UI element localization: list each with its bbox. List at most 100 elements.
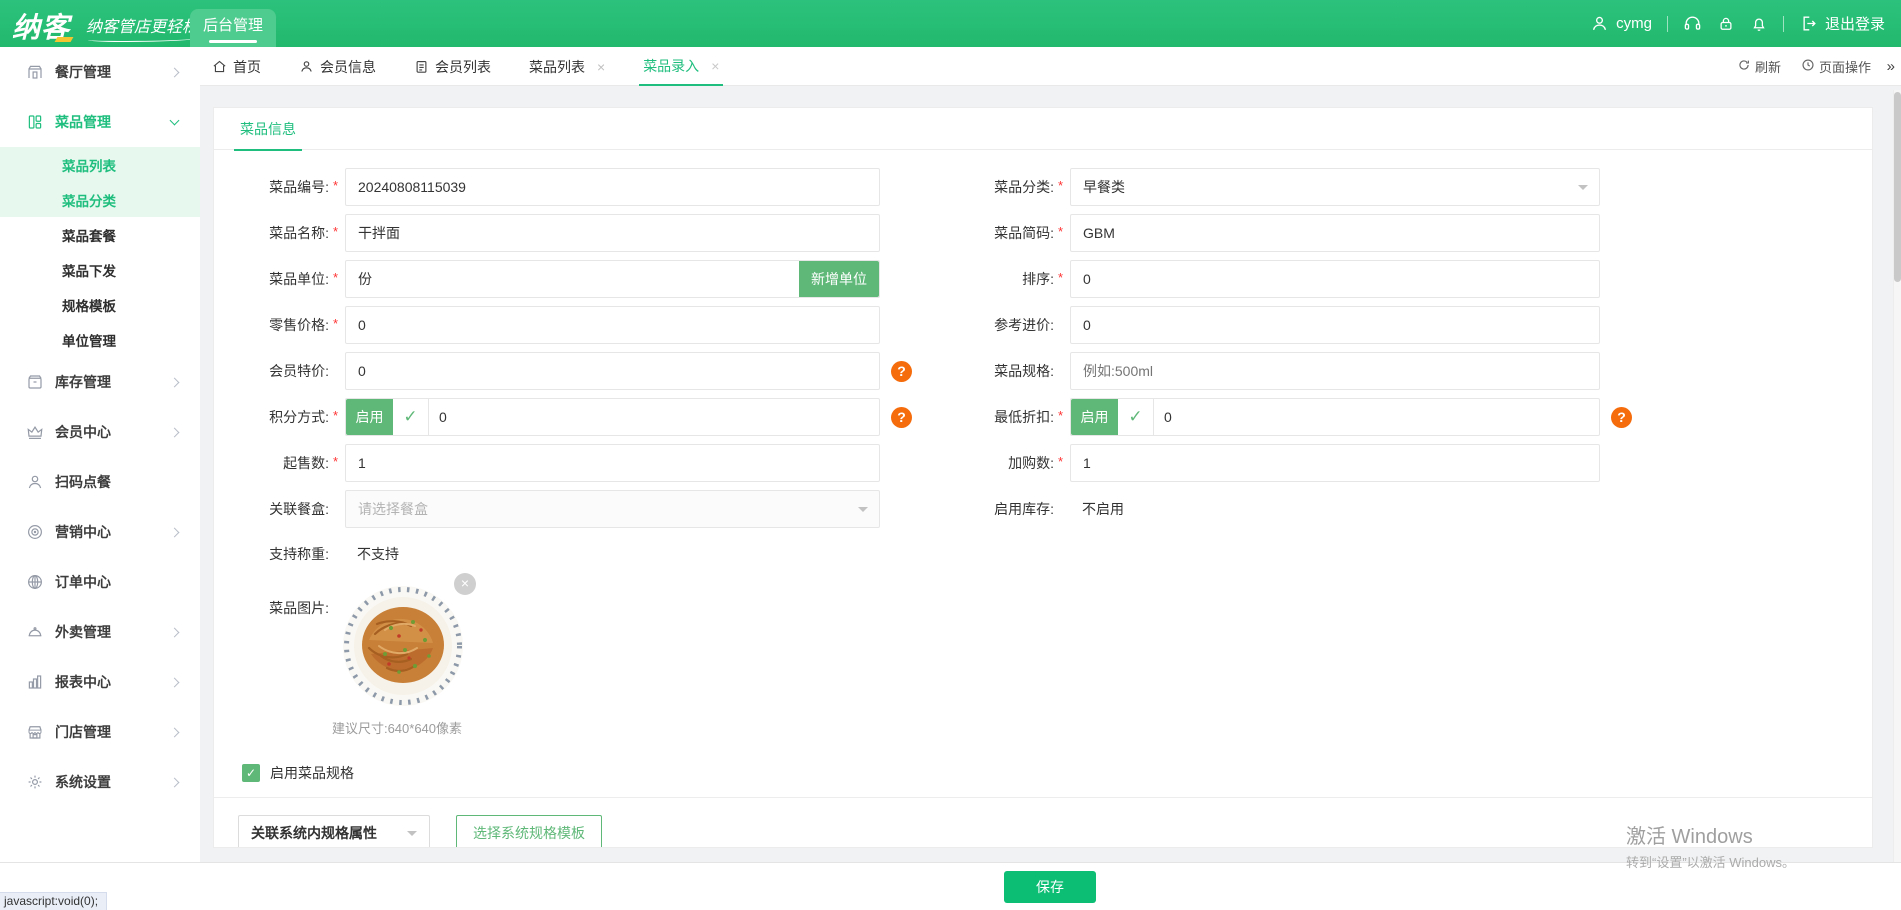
required-mark: * [1058,269,1064,285]
spec-attr-row: 关联系统内规格属性 选择系统规格模板 [238,815,1872,847]
dish-no-input[interactable] [345,168,880,206]
sidebar-item-label: 菜品下发 [62,263,116,279]
divider [1666,15,1668,32]
scrollbar-thumb[interactable] [1894,92,1901,282]
save-button[interactable]: 保存 [1004,871,1096,903]
meal-box-select[interactable]: 请选择餐盒 [345,490,880,528]
sidebar-subitem-dish-combo[interactable]: 菜品套餐 [0,217,200,252]
retail-price-input[interactable] [345,306,880,344]
enable-spec-row: ✓ 启用菜品规格 [214,763,1872,783]
sidebar-item-store-management[interactable]: 门店管理 [0,707,200,757]
sidebar-item-label: 会员中心 [55,424,111,440]
add-unit-button[interactable]: 新增单位 [799,261,879,297]
sidebar-item-order-center[interactable]: 订单中心 [0,557,200,607]
sidebar-item-label: 菜品套餐 [62,228,116,244]
sidebar-subitem-dish-category[interactable]: 菜品分类 [0,182,200,217]
chevron-down-icon [1578,185,1588,190]
choose-spec-template-button[interactable]: 选择系统规格模板 [456,815,602,847]
close-icon[interactable]: × [597,59,605,75]
check-icon[interactable]: ✓ [1118,399,1154,435]
spec-attr-select-value: 关联系统内规格属性 [251,825,377,841]
remove-image-icon[interactable]: × [454,573,476,595]
sidebar-item-label: 门店管理 [55,724,111,740]
min-discount-enable-toggle[interactable]: 启用 [1071,399,1118,435]
chevron-right-icon [169,427,180,437]
help-icon[interactable]: ? [891,406,912,428]
ref-price-input[interactable] [1070,306,1600,344]
refresh-label: 刷新 [1754,60,1781,75]
dish-photo[interactable] [341,584,465,708]
min-discount-value-input[interactable] [1154,400,1599,434]
sidebar-item-label: 菜品管理 [55,114,111,130]
spec-input[interactable] [1070,352,1600,390]
dish-form-card: 菜品信息 菜品编号: * 菜品分类: * 早餐类 菜品名称: * 菜品简 [213,107,1873,848]
tab-home[interactable]: 首页 [208,47,265,86]
sidebar-item-scan-order[interactable]: 扫码点餐 [0,457,200,507]
tab-dish-entry[interactable]: 菜品录入 × [639,47,724,86]
tabbar-more-button[interactable]: » [1887,47,1895,86]
spec-attr-select[interactable]: 关联系统内规格属性 [238,815,430,847]
help-icon[interactable]: ? [891,360,912,382]
form-row: 关联餐盒: 请选择餐盒 启用库存: 不启用 [214,490,1872,528]
tab-member-list[interactable]: 会员列表 [410,47,495,86]
support-headset-icon[interactable] [1683,14,1702,33]
logout-button[interactable]: 退出登录 [1799,13,1885,34]
nav-tab-backend[interactable]: 后台管理 [190,9,276,47]
sidebar-subitem-dish-list[interactable]: 菜品列表 [0,147,200,182]
brand-logo: 纳客 [12,6,70,46]
refresh-button[interactable]: 刷新 [1737,57,1781,76]
help-icon[interactable]: ? [1611,406,1632,428]
min-discount-composite-input: 启用 ✓ [1070,398,1600,436]
member-price-input[interactable] [345,352,880,390]
tab-member-info[interactable]: 会员信息 [295,47,380,86]
sidebar-item-dish-management[interactable]: 菜品管理 [0,97,200,147]
tab-dish-list[interactable]: 菜品列表 × [525,47,609,86]
page-operations-label: 页面操作 [1818,60,1871,75]
sidebar-item-system-settings[interactable]: 系统设置 [0,757,200,807]
field-label: 菜品规格: [994,363,1054,379]
sidebar-subitem-spec-template[interactable]: 规格模板 [0,287,200,322]
tab-dish-info[interactable]: 菜品信息 [234,108,302,151]
sidebar-item-inventory[interactable]: 库存管理 [0,357,200,407]
sidebar-item-label: 外卖管理 [55,624,111,640]
scrollbar-track[interactable] [1893,90,1901,862]
brand-tagline: 纳客管店更轻松 [86,13,205,42]
form-row: 菜品名称: * 菜品简码: * [214,214,1872,252]
form-row: 起售数: * 加购数: * [214,444,1872,482]
sidebar-item-marketing[interactable]: 营销中心 [0,507,200,557]
dish-name-input[interactable] [345,214,880,252]
points-value-input[interactable] [429,400,879,434]
sidebar-item-reports[interactable]: 报表中心 [0,657,200,707]
field-label: 排序: [1022,271,1054,287]
min-sale-input[interactable] [345,444,880,482]
points-enable-toggle[interactable]: 启用 [346,399,393,435]
chevron-right-icon [169,777,180,787]
category-select[interactable]: 早餐类 [1070,168,1600,206]
check-icon[interactable]: ✓ [393,399,429,435]
tab-label: 会员信息 [320,58,376,75]
field-label: 支持称重: [269,546,329,562]
sidebar-item-member-center[interactable]: 会员中心 [0,407,200,457]
stock-status-text: 不启用 [1082,501,1124,517]
user-menu[interactable]: cymg [1590,14,1652,33]
sidebar-item-restaurant[interactable]: 餐厅管理 [0,47,200,97]
refresh-icon [1737,58,1751,75]
sidebar-item-label: 订单中心 [55,574,111,590]
add-qty-input[interactable] [1070,444,1600,482]
form-row: 菜品图片: × 建议尺寸:640*640像素 [214,573,1872,737]
page-operations-button[interactable]: 页面操作 [1801,57,1871,76]
enable-spec-checkbox[interactable]: ✓ [242,764,260,782]
lock-icon[interactable] [1717,15,1735,33]
chevron-right-icon [169,727,180,737]
close-icon[interactable]: × [711,58,719,74]
short-code-input[interactable] [1070,214,1600,252]
sort-input[interactable] [1070,260,1600,298]
required-mark: * [333,315,339,331]
bell-icon[interactable] [1750,15,1768,33]
sidebar-item-label: 扫码点餐 [55,474,111,490]
sidebar-subitem-unit-management[interactable]: 单位管理 [0,322,200,357]
sidebar-item-takeout[interactable]: 外卖管理 [0,607,200,657]
sidebar-subitem-dish-dispatch[interactable]: 菜品下发 [0,252,200,287]
field-label: 菜品图片: [269,600,329,616]
app-header: 纳客 纳客管店更轻松 后台管理 cymg 退出登录 [0,0,1901,47]
